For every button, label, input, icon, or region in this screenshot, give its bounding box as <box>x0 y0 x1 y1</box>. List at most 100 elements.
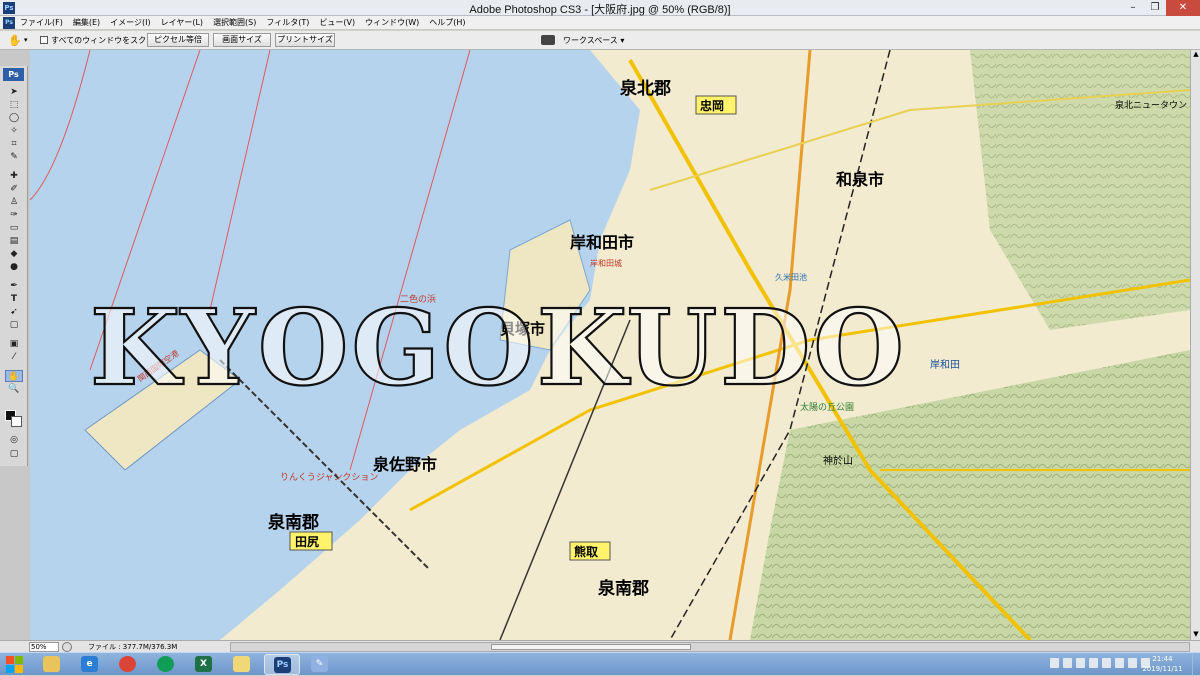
marquee-tool-icon[interactable]: ⬚ <box>5 99 23 111</box>
start-logo-icon <box>6 656 14 664</box>
eyedropper-tool-icon[interactable]: ⁄ <box>5 351 23 363</box>
status-info-icon[interactable] <box>62 642 72 652</box>
document-canvas[interactable]: 泉北郡 忠岡 和泉市 岸和田市 貝塚市 泉佐野市 泉南郡 田尻 熊取 泉南郡 関… <box>30 50 1190 640</box>
tray-arrow-icon <box>1050 658 1059 668</box>
screen-mode-icon[interactable]: ▢ <box>5 448 23 460</box>
dodge-tool-icon[interactable]: ● <box>5 261 23 273</box>
menu-image[interactable]: イメージ(I) <box>110 17 150 28</box>
taskbar-clock[interactable]: 21:44 2019/11/11 <box>1140 654 1185 674</box>
title-bar: Ps Adobe Photoshop CS3 - [大阪府.jpg @ 50% … <box>0 0 1200 16</box>
slice-tool-icon[interactable]: ✎ <box>5 151 23 163</box>
workspace-menu[interactable]: ワークスペース ▾ <box>563 35 624 46</box>
taskbar-chrome-2[interactable] <box>148 654 184 675</box>
scroll-up-icon[interactable]: ▲ <box>1192 50 1200 60</box>
label-kumeda-ike: 久米田池 <box>775 272 807 282</box>
restore-button[interactable]: ❐ <box>1144 0 1166 16</box>
print-size-button[interactable]: プリントサイズ <box>275 33 335 47</box>
history-brush-icon[interactable]: ✑ <box>5 209 23 221</box>
crop-tool-icon[interactable]: ⌗ <box>5 138 23 150</box>
menu-filter[interactable]: フィルタ(T) <box>266 17 309 28</box>
label-senboku-newtown: 泉北ニュータウン <box>1115 99 1187 111</box>
tray-ime-icon <box>1115 658 1124 668</box>
start-button[interactable] <box>2 654 26 675</box>
label-kishiwada-right: 岸和田 <box>930 359 960 371</box>
hand-tool-icon[interactable]: ✋ <box>8 34 22 47</box>
pen-tool-icon[interactable]: ✒ <box>5 280 23 292</box>
notes-tool-icon[interactable]: ▣ <box>5 338 23 350</box>
horizontal-scrollbar[interactable] <box>230 642 1190 652</box>
menu-select[interactable]: 選択範囲(S) <box>213 17 256 28</box>
label-izumi-shi: 和泉市 <box>836 170 884 189</box>
magic-wand-tool-icon[interactable]: ✧ <box>5 125 23 137</box>
menu-help[interactable]: ヘルプ(H) <box>429 17 465 28</box>
taskbar-explorer[interactable] <box>34 654 70 675</box>
menu-bar: Ps ファイル(F) 編集(E) イメージ(I) レイヤー(L) 選択範囲(S)… <box>0 16 1200 30</box>
taskbar-chrome[interactable] <box>110 654 146 675</box>
ie-icon: e <box>81 656 98 672</box>
menu-file[interactable]: ファイル(F) <box>20 17 63 28</box>
map-image: 泉北郡 忠岡 和泉市 岸和田市 貝塚市 泉佐野市 泉南郡 田尻 熊取 泉南郡 関… <box>30 50 1190 640</box>
file-size-info[interactable]: ファイル : 377.7M/376.3M <box>88 642 177 652</box>
label-sennan-gun-bottom: 泉南郡 <box>597 578 649 599</box>
label-senboku-gun: 泉北郡 <box>619 78 671 99</box>
path-select-icon[interactable]: ➹ <box>5 306 23 318</box>
zoom-tool-icon[interactable]: 🔍 <box>5 383 23 395</box>
menu-edit[interactable]: 編集(E) <box>73 17 100 28</box>
close-button[interactable]: ✕ <box>1166 0 1200 16</box>
tool-preset-dropdown-icon[interactable]: ▾ <box>24 36 28 44</box>
quick-mask-icon[interactable]: ◎ <box>5 434 23 446</box>
window-title: Adobe Photoshop CS3 - [大阪府.jpg @ 50% (RG… <box>469 4 731 16</box>
photoshop-logo: Ps <box>3 68 24 81</box>
blur-tool-icon[interactable]: ◆ <box>5 248 23 260</box>
move-tool-icon[interactable]: ➤ <box>5 86 23 98</box>
label-kishiwada-jo: 岸和田城 <box>590 259 622 268</box>
lasso-tool-icon[interactable]: ◯ <box>5 112 23 124</box>
taskbar-excel[interactable]: X <box>186 654 222 675</box>
workspace-icon[interactable] <box>541 35 555 45</box>
menu-layer[interactable]: レイヤー(L) <box>161 17 203 28</box>
options-bar: ✋ ▾ すべてのウィンドウをスクロール ピクセル等倍 画面サイズ プリントサイズ… <box>0 31 1200 50</box>
label-kumatori: 熊取 <box>574 544 598 559</box>
label-tajiri: 田尻 <box>295 535 319 549</box>
tray-speaker-icon <box>1089 658 1098 668</box>
status-bar: 50% ファイル : 377.7M/376.3M <box>0 640 1200 652</box>
explorer-icon <box>233 656 250 672</box>
document-menu-icon[interactable]: Ps <box>3 17 15 29</box>
background-color-swatch[interactable] <box>11 416 22 427</box>
label-rinku-junction: りんくうジャンクション <box>280 472 378 483</box>
minimize-button[interactable]: – <box>1122 0 1144 16</box>
zoom-level-input[interactable]: 50% <box>29 642 59 652</box>
horizontal-scroll-thumb[interactable] <box>491 644 691 650</box>
shape-tool-icon[interactable]: ▢ <box>5 319 23 331</box>
menu-window[interactable]: ウィンドウ(W) <box>365 17 419 28</box>
clone-stamp-icon[interactable]: ♙ <box>5 196 23 208</box>
brush-tool-icon[interactable]: ✐ <box>5 183 23 195</box>
taskbar: e X Ps ✎ 21:44 2019/11/11 <box>0 652 1200 676</box>
scroll-down-icon[interactable]: ▼ <box>1192 630 1200 640</box>
taskbar-photoshop[interactable]: Ps <box>264 654 300 675</box>
eraser-tool-icon[interactable]: ▭ <box>5 222 23 234</box>
scroll-all-windows-checkbox[interactable] <box>40 36 48 44</box>
type-tool-icon[interactable]: T <box>5 293 23 305</box>
vertical-scrollbar[interactable]: ▲ ▼ <box>1190 50 1200 640</box>
excel-icon: X <box>195 656 212 672</box>
fit-screen-button[interactable]: 画面サイズ <box>213 33 271 47</box>
taskbar-windows-explorer[interactable] <box>224 654 260 675</box>
label-kishiwada-shi: 岸和田市 <box>570 233 634 252</box>
clock-time: 21:44 <box>1152 655 1173 663</box>
taskbar-paint[interactable]: ✎ <box>302 654 338 675</box>
actual-pixels-button[interactable]: ピクセル等倍 <box>147 33 209 47</box>
show-desktop-button[interactable] <box>1192 653 1200 676</box>
gradient-tool-icon[interactable]: ▤ <box>5 235 23 247</box>
toolbox-panel: Ps ➤ ⬚ ◯ ✧ ⌗ ✎ ✚ ✐ ♙ ✑ ▭ ▤ ◆ ● ✒ T ➹ ▢ ▣… <box>0 66 28 466</box>
hand-tool-button-icon[interactable]: ✋ <box>5 370 23 382</box>
clock-date: 2019/11/11 <box>1142 665 1183 673</box>
tray-network-icon <box>1063 658 1072 668</box>
taskbar-ie[interactable]: e <box>72 654 108 675</box>
system-tray[interactable] <box>1050 658 1150 668</box>
tray-keyboard-icon <box>1102 658 1111 668</box>
label-tadaoka: 忠岡 <box>700 98 724 113</box>
menu-view[interactable]: ビュー(V) <box>319 17 355 28</box>
healing-brush-icon[interactable]: ✚ <box>5 170 23 182</box>
folder-icon <box>43 656 60 672</box>
